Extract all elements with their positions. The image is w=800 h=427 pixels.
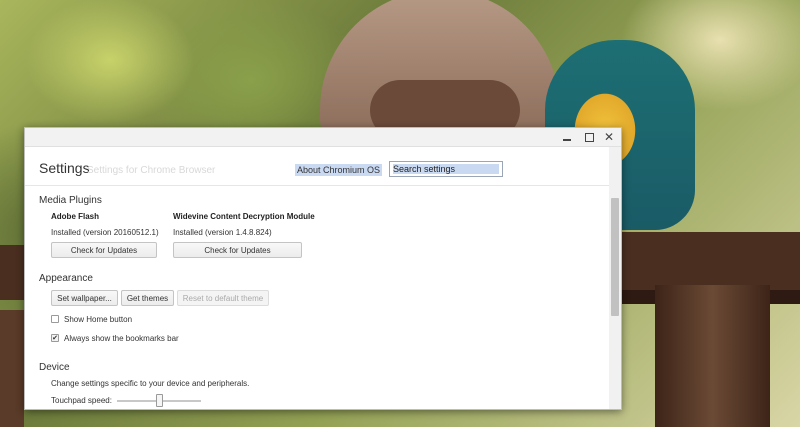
touchpad-speed-slider-thumb[interactable] [155, 394, 163, 407]
show-home-checkbox[interactable] [51, 315, 59, 323]
bookmarks-bar-checkbox[interactable]: ✔ [51, 334, 59, 342]
media-plugins-heading: Media Plugins [39, 195, 102, 206]
settings-content: Settings Settings for Chrome Browser Abo… [25, 147, 609, 409]
scrollbar-thumb[interactable] [611, 198, 619, 316]
page-title: Settings [39, 160, 90, 176]
plugin-name-adobe-flash: Adobe Flash [51, 212, 100, 221]
show-home-label: Show Home button [64, 315, 133, 324]
settings-window: ✕ Settings Settings for Chrome Browser A… [24, 127, 622, 410]
get-themes-button[interactable]: Get themes [121, 290, 174, 306]
wallpaper-post [655, 285, 770, 427]
reset-theme-button[interactable]: Reset to default theme [177, 290, 269, 306]
plugin-status-adobe-flash: Installed (version 20160512.1) [51, 228, 159, 237]
search-settings-input[interactable] [389, 161, 503, 177]
appearance-heading: Appearance [39, 273, 93, 284]
plugin-name-widevine: Widevine Content Decryption Module [173, 212, 315, 221]
set-wallpaper-button[interactable]: Set wallpaper... [51, 290, 118, 306]
touchpad-speed-label: Touchpad speed: [51, 396, 112, 405]
device-description: Change settings specific to your device … [51, 379, 250, 388]
wallpaper-post-left [0, 310, 24, 427]
vertical-scrollbar[interactable] [609, 147, 621, 409]
check-icon: ✔ [52, 333, 58, 342]
window-titlebar[interactable]: ✕ [25, 128, 621, 147]
check-updates-flash-button[interactable]: Check for Updates [51, 242, 157, 258]
check-updates-widevine-button[interactable]: Check for Updates [173, 242, 302, 258]
device-heading: Device [39, 362, 70, 373]
close-icon[interactable]: ✕ [599, 128, 619, 146]
about-chromium-os-link[interactable]: About Chromium OS [295, 164, 383, 176]
plugin-status-widevine: Installed (version 1.4.8.824) [173, 228, 272, 237]
settings-header: Settings Settings for Chrome Browser Abo… [25, 147, 609, 186]
wallpaper-beam-left [0, 245, 24, 300]
maximize-icon[interactable] [579, 128, 599, 146]
bookmarks-bar-label: Always show the bookmarks bar [64, 334, 179, 343]
header-ghost-text: Settings for Chrome Browser [87, 165, 216, 176]
minimize-icon[interactable] [557, 128, 577, 146]
